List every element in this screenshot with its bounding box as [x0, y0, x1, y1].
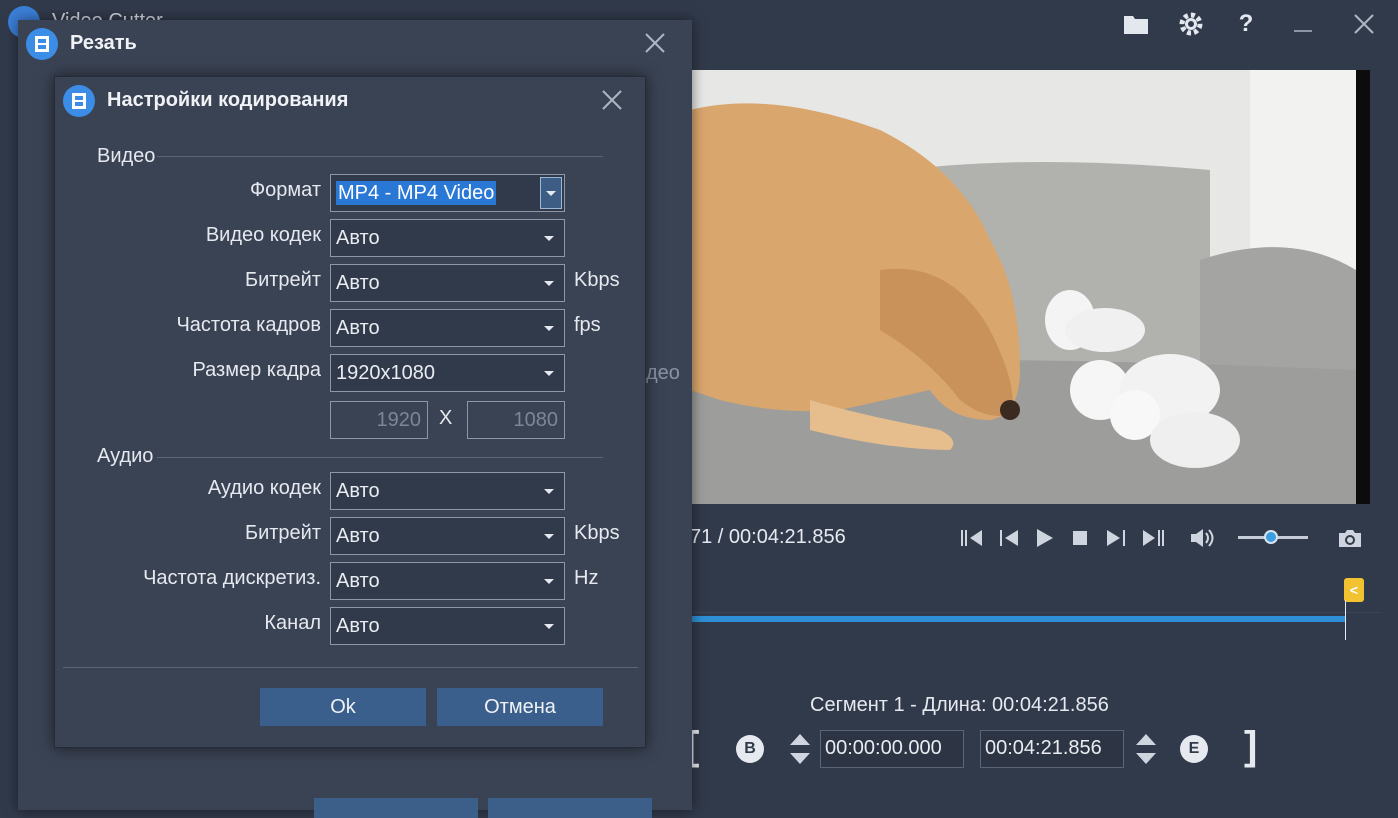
- frame-size-select[interactable]: 1920x1080: [330, 354, 565, 392]
- video-group-label: Видео: [97, 145, 156, 167]
- channel-select[interactable]: Авто: [330, 607, 565, 645]
- end-marker[interactable]: <: [1344, 578, 1364, 602]
- help-icon[interactable]: ?: [1230, 8, 1262, 40]
- timeline-segment[interactable]: [690, 616, 1346, 622]
- format-value: MP4 - MP4 Video: [336, 181, 497, 205]
- cancel-button[interactable]: Отмена: [437, 688, 603, 726]
- audio-bitrate-label: Битрейт: [244, 522, 321, 544]
- gear-icon[interactable]: [1175, 8, 1207, 40]
- end-marker-line: [1345, 600, 1346, 640]
- chevron-down-icon: [544, 579, 554, 584]
- video-preview[interactable]: [690, 70, 1370, 504]
- video-codec-value: Авто: [336, 227, 380, 249]
- samplerate-label: Частота дискретиз.: [143, 567, 321, 589]
- video-group-divider: [157, 156, 603, 157]
- video-bitrate-label: Битрейт: [244, 269, 321, 291]
- frame-width-input[interactable]: 1920: [330, 401, 428, 439]
- encoding-dialog-logo-icon: [63, 85, 95, 117]
- video-codec-select[interactable]: Авто: [330, 219, 565, 257]
- video-bitrate-value: Авто: [336, 272, 380, 294]
- ok-button[interactable]: Ok: [260, 688, 426, 726]
- audio-bitrate-value: Авто: [336, 525, 380, 547]
- chevron-down-icon: [544, 489, 554, 494]
- samplerate-select[interactable]: Авто: [330, 562, 565, 600]
- close-icon[interactable]: [599, 87, 629, 117]
- frame-size-label: Размер кадра: [192, 359, 321, 381]
- frame-size-value: 1920x1080: [336, 362, 435, 384]
- playback-time: 71 / 00:04:21.856: [690, 526, 846, 548]
- samplerate-value: Авто: [336, 570, 380, 592]
- segment-length-label: Сегмент 1 - Длина: 00:04:21.856: [810, 694, 1109, 716]
- format-select[interactable]: MP4 - MP4 Video: [330, 174, 565, 212]
- chevron-down-icon: [544, 624, 554, 629]
- folder-icon[interactable]: [1120, 8, 1152, 40]
- chevron-down-icon[interactable]: [540, 177, 562, 209]
- cut-dialog-hidden-text: део: [646, 362, 680, 384]
- frame-forward-fast-icon[interactable]: [1139, 524, 1167, 552]
- video-codec-label: Видео кодек: [205, 224, 321, 246]
- channel-label: Канал: [264, 612, 321, 634]
- set-end-bracket[interactable]: ]: [1244, 724, 1257, 769]
- volume-icon[interactable]: [1188, 524, 1216, 552]
- framerate-unit: fps: [574, 314, 601, 336]
- audio-codec-select[interactable]: Авто: [330, 472, 565, 510]
- video-frame-image: [690, 70, 1356, 504]
- samplerate-unit: Hz: [574, 567, 599, 589]
- framerate-value: Авто: [336, 317, 380, 339]
- minimize-icon[interactable]: [1287, 8, 1319, 40]
- chevron-down-icon: [544, 281, 554, 286]
- start-time-field[interactable]: 00:00:00.000: [820, 730, 964, 768]
- volume-slider-handle[interactable]: [1264, 530, 1278, 544]
- frame-back-fast-icon[interactable]: [958, 524, 986, 552]
- video-bitrate-select[interactable]: Авто: [330, 264, 565, 302]
- frame-back-icon[interactable]: [995, 524, 1023, 552]
- chevron-down-icon: [544, 534, 554, 539]
- end-time-spinner[interactable]: [1134, 731, 1158, 767]
- audio-codec-value: Авто: [336, 480, 380, 502]
- encoding-settings-dialog: Настройки кодирования Видео Формат MP4 -…: [54, 76, 646, 748]
- framerate-select[interactable]: Авто: [330, 309, 565, 347]
- audio-bitrate-unit: Kbps: [574, 522, 620, 544]
- frame-size-separator: X: [439, 407, 453, 429]
- begin-button[interactable]: B: [736, 735, 764, 763]
- close-icon[interactable]: [1348, 8, 1380, 40]
- encoding-dialog-title: Настройки кодирования: [107, 89, 349, 111]
- start-time-spinner[interactable]: [788, 731, 812, 767]
- dialog-divider: [63, 667, 638, 668]
- channel-value: Авто: [336, 615, 380, 637]
- audio-bitrate-select[interactable]: Авто: [330, 517, 565, 555]
- chevron-down-icon: [544, 326, 554, 331]
- cut-dialog-button-1[interactable]: [314, 798, 478, 818]
- stop-icon[interactable]: [1066, 524, 1094, 552]
- format-label: Формат: [249, 179, 321, 201]
- video-bitrate-unit: Kbps: [574, 269, 620, 291]
- close-icon[interactable]: [642, 30, 672, 60]
- timeline-track: [690, 612, 1380, 613]
- frame-height-input[interactable]: 1080: [467, 401, 565, 439]
- audio-group-label: Аудио: [97, 445, 154, 467]
- end-button[interactable]: E: [1180, 735, 1208, 763]
- camera-icon[interactable]: [1336, 524, 1364, 552]
- frame-forward-icon[interactable]: [1102, 524, 1130, 552]
- audio-codec-label: Аудио кодек: [207, 477, 321, 499]
- play-icon[interactable]: [1030, 524, 1058, 552]
- cut-dialog-button-2[interactable]: [488, 798, 652, 818]
- cut-dialog-logo-icon: [26, 28, 58, 60]
- framerate-label: Частота кадров: [176, 314, 321, 336]
- end-time-field[interactable]: 00:04:21.856: [980, 730, 1124, 768]
- chevron-down-icon: [544, 371, 554, 376]
- chevron-down-icon: [544, 236, 554, 241]
- audio-group-divider: [157, 457, 603, 458]
- cut-dialog-title: Резать: [70, 32, 137, 54]
